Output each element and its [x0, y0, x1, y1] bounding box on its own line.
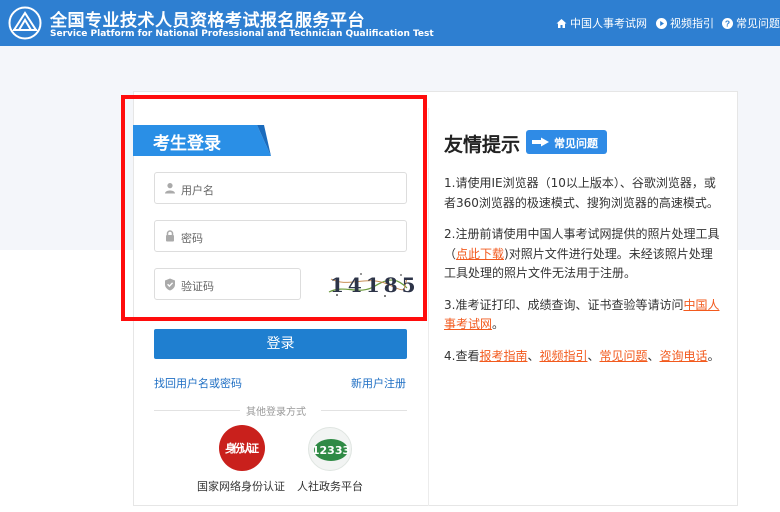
faq-button[interactable]: 常见问题 [526, 130, 607, 154]
login-button[interactable]: 登录 [154, 329, 407, 359]
tips-title: 友情提示 [444, 134, 521, 156]
contact-phone-link[interactable]: 咨询电话 [660, 349, 708, 363]
other-login-label: 其他登录方式 [246, 407, 306, 418]
video-guide-link[interactable]: 视频指引 [539, 349, 587, 363]
platform-logo-icon [8, 6, 42, 40]
divider-line-right [321, 410, 407, 411]
nav-cpta-site[interactable]: 中国人事考试网 [556, 15, 647, 31]
national-id-badge-text: 身份认证 [225, 441, 259, 455]
platform-title: 全国专业技术人员资格考试报名服务平台 [50, 11, 365, 31]
tip-item-4: 4.查看报考指南、视频指引、常见问题、咨询电话。 [444, 348, 720, 363]
hrss-badge-text: 12333 [312, 444, 350, 457]
faq-link[interactable]: 常见问题 [600, 349, 648, 363]
register-link[interactable]: 新用户注册 [351, 375, 406, 391]
question-icon: ? [722, 17, 733, 29]
tips-content: 1.请使用IE浏览器（10以上版本）、谷歌浏览器，或者360浏览器的极速模式、搜… [444, 174, 724, 378]
exam-guide-link[interactable]: 报考指南 [479, 349, 527, 363]
panel-divider [428, 108, 429, 506]
hrss-platform-label[interactable]: 人社政务平台 [297, 478, 363, 494]
nav-video-label: 视频指引 [670, 17, 714, 30]
national-id-auth-icon[interactable]: 身份认证 [219, 425, 265, 471]
nav-video-guide[interactable]: 视频指引 [656, 15, 714, 31]
top-header: 全国专业技术人员资格考试报名服务平台 Service Platform for … [0, 0, 780, 46]
hrss-platform-icon[interactable]: 12333 [308, 427, 352, 471]
nav-faq-label: 常见问题 [736, 17, 780, 30]
nav-cpta-label: 中国人事考试网 [570, 17, 647, 30]
national-id-auth-label[interactable]: 国家网络身份认证 [197, 478, 285, 494]
pointing-hand-icon [532, 137, 549, 147]
home-icon [556, 18, 567, 28]
svg-text:?: ? [725, 18, 730, 28]
platform-subtitle: Service Platform for National Profession… [50, 29, 434, 39]
nav-faq[interactable]: ? 常见问题 [722, 15, 780, 31]
tip-item-1: 1.请使用IE浏览器（10以上版本）、谷歌浏览器，或者360浏览器的极速模式、搜… [444, 176, 719, 210]
forgot-credentials-link[interactable]: 找回用户名或密码 [154, 375, 242, 391]
play-icon [656, 17, 667, 29]
highlight-box [121, 95, 427, 321]
divider-line-left [154, 410, 240, 411]
tip-item-2: 2.注册前请使用中国人事考试网提供的照片处理工具（点此下载)对照片文件进行处理。… [444, 227, 720, 280]
faq-button-label: 常见问题 [554, 137, 598, 150]
photo-tool-download-link[interactable]: 点此下载 [456, 247, 504, 261]
tip-item-3: 3.准考证打印、成绩查询、证书查验等请访问中国人事考试网。 [444, 297, 720, 332]
